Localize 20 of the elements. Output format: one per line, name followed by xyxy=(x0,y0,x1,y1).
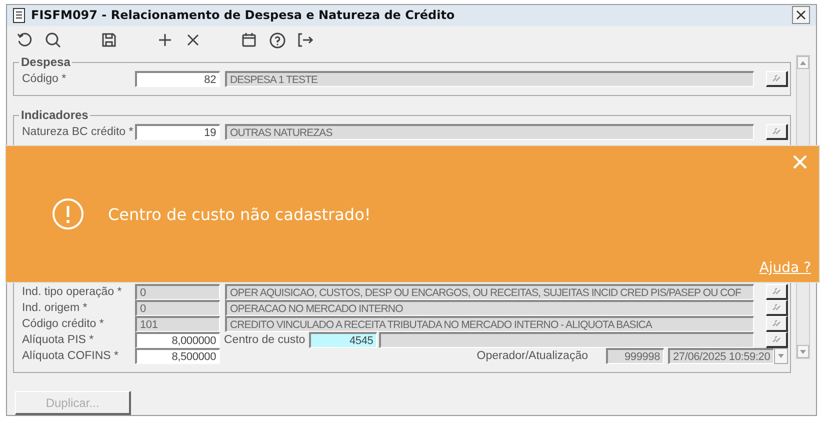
field-label: Alíquota COFINS * xyxy=(22,350,120,362)
description-field: OPER AQUISICAO, CUSTOS, DESP OU ENCARGOS, OU RECEITAS, SUJEITAS INCID CRED PIS/PASEP OU COF xyxy=(225,284,754,300)
toast-message: Centro de custo não cadastrado! xyxy=(108,204,371,224)
window-title: FISFM097 - Relacionamento de Despesa e Natureza de Crédito xyxy=(31,8,455,22)
field-label: Centro de custo xyxy=(224,334,306,346)
description-field: OUTRAS NATUREZAS xyxy=(225,124,754,140)
field-label: Ind. origem * xyxy=(22,302,88,314)
field-label: Código * xyxy=(22,73,68,85)
field-label: Código crédito * xyxy=(22,318,105,330)
field-label: Ind. tipo operação * xyxy=(22,286,123,298)
description-field: DESPESA 1 TESTE xyxy=(225,71,754,87)
field-label: Natureza BC crédito * xyxy=(22,126,134,138)
section-title: Despesa xyxy=(20,55,72,69)
description-field: CREDITO VINCULADO A RECEITA TRIBUTADA NO MERCADO INTERNO - ALIQUOTA BASICA xyxy=(225,316,754,332)
field-label: Alíquota PIS * xyxy=(22,334,95,346)
date-field: 27/06/2025 10:59:20 xyxy=(668,348,774,364)
description-field: OPERACAO NO MERCADO INTERNO xyxy=(225,300,754,316)
section-title: Indicadores xyxy=(20,108,90,122)
operator-field: 999998 xyxy=(606,348,664,364)
field-label: Operador/Atualização xyxy=(476,350,588,362)
